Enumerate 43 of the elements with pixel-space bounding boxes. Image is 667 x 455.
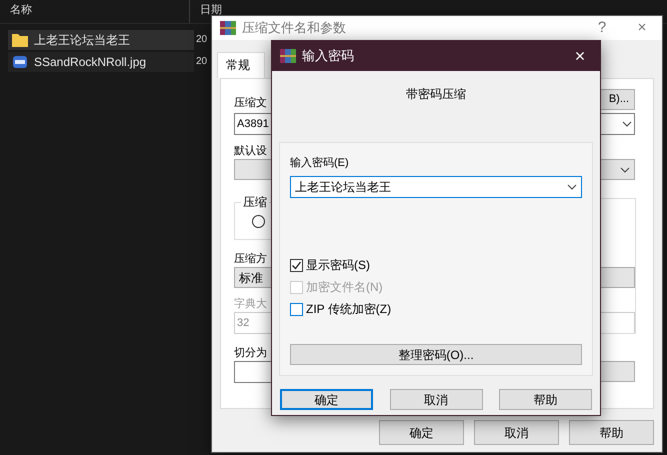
password-label: 输入密码(E) — [290, 156, 349, 170]
checkbox-label: ZIP 传统加密(Z) — [306, 301, 392, 318]
dialog-button[interactable]: 确定 — [379, 420, 464, 445]
archive-app-icon — [280, 48, 296, 64]
close-button[interactable]: × — [622, 16, 662, 40]
checkbox-label: 显示密码(S) — [306, 257, 370, 274]
file-row[interactable]: SSandRockNRoll.jpg — [8, 52, 194, 72]
file-date: 20 — [196, 34, 208, 46]
password-field[interactable]: 上老王论坛当老王 — [290, 176, 582, 198]
file-date: 20 — [196, 56, 208, 68]
field-label: 默认设 — [234, 144, 267, 158]
archive-app-icon — [220, 20, 236, 36]
file-row[interactable]: 上老王论坛当老王 — [8, 30, 194, 50]
field-label: 字典大 — [234, 297, 267, 311]
chevron-down-icon — [620, 166, 630, 172]
dialog-heading: 带密码压缩 — [405, 86, 467, 103]
image-file-icon — [12, 54, 28, 70]
file-name: SSandRockNRoll.jpg — [34, 54, 146, 71]
help-button[interactable]: ? — [582, 16, 622, 40]
chevron-down-icon — [567, 184, 577, 190]
chevron-down-icon — [622, 121, 632, 127]
dialog-title: 输入密码 — [302, 47, 354, 66]
dialog-button[interactable]: 取消 — [390, 389, 482, 410]
field-label: 压缩方 — [234, 252, 267, 266]
checkbox[interactable] — [290, 302, 303, 316]
column-header[interactable]: 日期 — [190, 4, 222, 17]
dialog-button[interactable]: 帮助 — [499, 389, 592, 410]
dialog-button[interactable]: 取消 — [474, 420, 559, 445]
field-label: 切分为 — [234, 346, 267, 360]
field-label: 压缩文 — [234, 96, 267, 110]
file-name: 上老王论坛当老王 — [34, 32, 130, 49]
group-title: 压缩 — [241, 195, 269, 209]
window-title: 压缩文件名和参数 — [242, 19, 346, 38]
column-header[interactable]: 名称 — [0, 4, 32, 17]
organize-passwords-button[interactable]: 整理密码(O)... — [290, 344, 582, 365]
dialog-button[interactable]: 确定 — [280, 389, 373, 410]
checkbox-label: 加密文件名(N) — [306, 279, 383, 296]
tab[interactable]: 常规 — [217, 52, 265, 78]
radio-button[interactable] — [252, 215, 265, 228]
checkbox[interactable] — [290, 258, 303, 272]
close-button[interactable]: × — [560, 42, 600, 70]
dialog-button[interactable]: 帮助 — [569, 420, 654, 445]
folder-icon — [12, 33, 28, 47]
